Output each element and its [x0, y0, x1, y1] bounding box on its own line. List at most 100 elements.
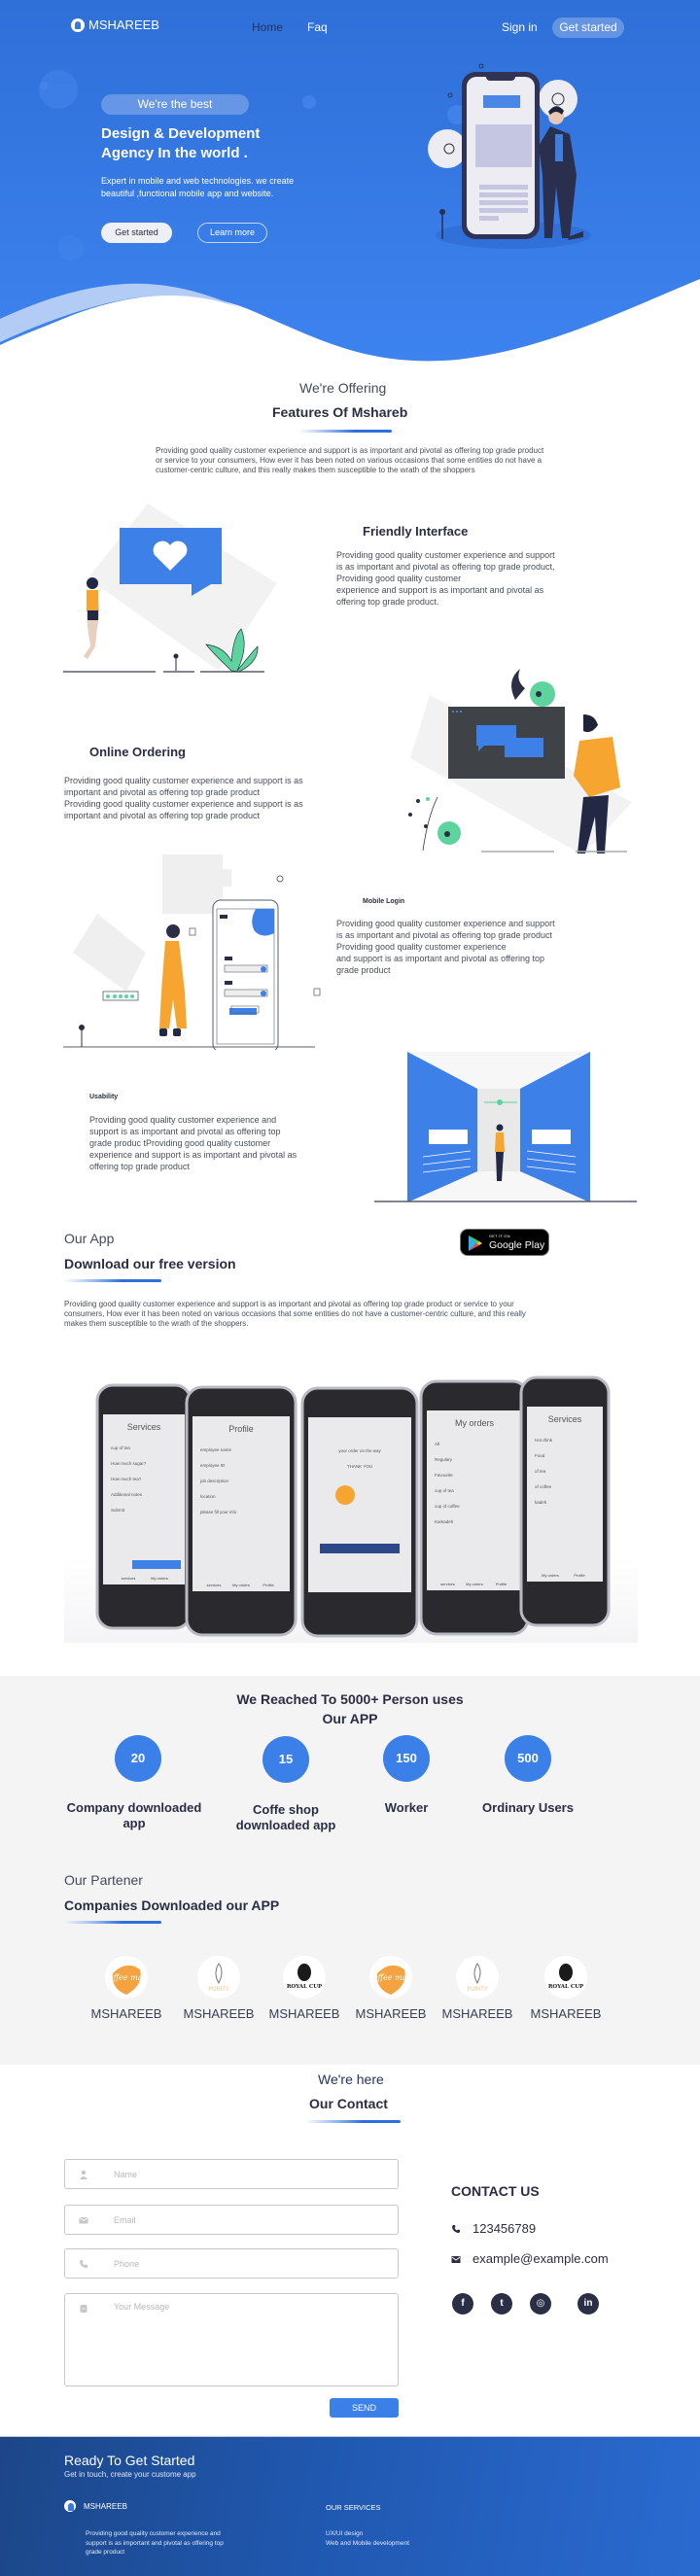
phone-icon — [79, 2259, 88, 2269]
submit-button-mock — [132, 1560, 181, 1569]
phone-screen-line: Regulary — [435, 1457, 453, 1462]
purity-coffee-logo: PURITY — [197, 1956, 240, 1999]
phone-tab-label: My orders — [542, 1573, 559, 1578]
contact-kicker: We're here — [318, 2071, 384, 2087]
phone-screen-line: cup of tea — [435, 1488, 454, 1493]
contact-title: Our Contact — [309, 2096, 388, 2111]
phone-screen-line: kadeh — [535, 1500, 547, 1505]
phone-tab-label: services — [207, 1583, 222, 1587]
footer-services-list: UX/UI design Web and Mobile development — [326, 2529, 409, 2548]
partner-name: MSHAREEB — [441, 2006, 513, 2021]
contact-email: example@example.com — [451, 2251, 609, 2266]
nav-link-home[interactable]: Home — [252, 20, 283, 34]
name-field[interactable] — [64, 2159, 399, 2189]
phone-screen-line: of tea — [535, 1469, 546, 1474]
brand-logo[interactable]: MSHAREEB — [71, 17, 159, 32]
app-phone-5: Services Hot drink Food of tea of coffee kade… — [519, 1375, 611, 1627]
phone-screen-title: Services — [548, 1414, 582, 1424]
feature-title-usability: Usability — [89, 1094, 119, 1100]
phone-tab-label: services — [440, 1582, 455, 1586]
app-kicker: Our App — [64, 1231, 115, 1246]
user-icon — [79, 2170, 88, 2179]
svg-text:PURITY: PURITY — [208, 1986, 229, 1993]
google-play-badge[interactable]: GET IT ON Google Play — [460, 1229, 549, 1256]
message-input[interactable] — [114, 2302, 386, 2380]
phone-screen-title: Services — [127, 1422, 161, 1432]
phone-screen-line: employee ID — [200, 1463, 226, 1468]
nav-get-started-button[interactable]: Get started — [552, 17, 624, 38]
footer-title: Ready To Get Started — [64, 2453, 195, 2468]
features-title-underline — [298, 430, 392, 433]
phone-tab-label: My orders — [151, 1576, 168, 1581]
hero-learn-more-button[interactable]: Learn more — [197, 223, 267, 243]
phone-screen-line: Food — [535, 1453, 545, 1458]
phone-tab-label: Profile — [262, 1583, 274, 1587]
phone-screen-line: How much tea? — [111, 1477, 142, 1481]
name-input[interactable] — [114, 2160, 386, 2188]
phone-tab-label: Profile — [496, 1582, 508, 1586]
stat-label-line: downloaded app — [235, 1818, 336, 1832]
feature-text-usability: Providing good quality customer experien… — [89, 1115, 298, 1171]
app-phone-4: My orders All Regulary Favourite cup of tea c… — [419, 1379, 530, 1636]
envelope-icon — [451, 2255, 461, 2263]
google-play-big-text: Google Play — [489, 1239, 545, 1251]
stat-label-line: Coffe shop — [253, 1802, 319, 1817]
purity-coffee-logo: PURITY — [456, 1956, 499, 1999]
contact-title-underline — [305, 2120, 401, 2123]
chat-screen-illustration — [408, 669, 632, 855]
feature-text-mobile-login: Providing good quality customer experien… — [336, 919, 555, 975]
feature-title-online-ordering: Online Ordering — [89, 745, 186, 759]
linkedin-icon[interactable]: in — [578, 2293, 599, 2315]
hero-subtitle: Expert in mobile and web technologies. w… — [101, 176, 295, 198]
feature-title-mobile-login: Mobile Login — [363, 898, 405, 905]
twitter-icon[interactable]: t — [491, 2293, 512, 2315]
phone-icon — [451, 2224, 460, 2233]
app-title: Download our free version — [64, 1256, 236, 1271]
stat-value-coffee-shops: 15 — [262, 1736, 309, 1783]
heart-message-illustration — [63, 504, 277, 673]
footer-subtitle: Get in touch, create your custome app — [64, 2470, 196, 2479]
email-field[interactable] — [64, 2205, 399, 2235]
email-input[interactable] — [114, 2206, 386, 2234]
phone-tab-label: services — [122, 1576, 136, 1581]
feature-title-friendly-interface: Friendly Interface — [363, 524, 469, 539]
phone-tab-label: My orders — [466, 1582, 483, 1586]
phone-input[interactable] — [114, 2249, 386, 2278]
footer-services-heading: OUR SERVICES — [326, 2503, 381, 2512]
stat-label-line: app — [122, 1816, 146, 1830]
footer-brand[interactable]: MSHAREEB — [64, 2500, 127, 2512]
phone-field[interactable] — [64, 2248, 399, 2279]
message-field[interactable] — [64, 2293, 399, 2386]
svg-text:Coffee mate: Coffee mate — [105, 1973, 148, 1982]
partner-name: MSHAREEB — [183, 2006, 255, 2021]
phone-screen-line: job description — [199, 1479, 229, 1483]
stat-value-users: 500 — [505, 1735, 551, 1782]
stats-title-line-1: We Reached To 5000+ Person uses — [236, 1691, 464, 1707]
hero-get-started-button[interactable]: Get started — [101, 223, 172, 243]
phone-screen-line: of coffee — [535, 1484, 552, 1489]
footer-service-item[interactable]: Web and Mobile development — [326, 2539, 409, 2549]
footer-description: Providing good quality customer experien… — [86, 2530, 224, 2556]
stats-title: We Reached To 5000+ Person uses Our APP — [204, 1689, 496, 1728]
hero-section: MSHAREEB Home Faq Sign in Get started We… — [0, 0, 700, 369]
phone-screen-line: Karkadeh — [435, 1519, 454, 1524]
app-phones-mockup: Services cup of tea How much sugar? How muc… — [64, 1356, 638, 1643]
facebook-icon[interactable]: f — [452, 2293, 473, 2315]
send-button[interactable]: SEND — [330, 2398, 399, 2418]
footer-service-item[interactable]: UX/UI design — [326, 2529, 409, 2539]
svg-text:PURITY: PURITY — [467, 1986, 488, 1993]
nav-link-faq[interactable]: Faq — [307, 20, 328, 34]
partners-kicker: Our Partener — [64, 1872, 143, 1888]
sign-in-link[interactable]: Sign in — [502, 20, 538, 34]
instagram-icon[interactable]: ◎ — [530, 2293, 551, 2315]
phone-screen-line: cup of tea — [111, 1445, 130, 1450]
partner-name: MSHAREEB — [90, 2006, 162, 2021]
stat-label-companies: Company downloaded app — [56, 1800, 212, 1831]
phone-screen-line: All — [435, 1442, 439, 1446]
partner-name: MSHAREEB — [355, 2006, 427, 2021]
gallery-hall-illustration — [374, 1052, 637, 1202]
phone-screen-line: THANK YOU — [347, 1464, 372, 1469]
contact-email-text[interactable]: example@example.com — [472, 2251, 609, 2266]
footer-brand-name: MSHAREEB — [84, 2501, 127, 2511]
phone-screen-line: your order on the way — [338, 1448, 381, 1453]
